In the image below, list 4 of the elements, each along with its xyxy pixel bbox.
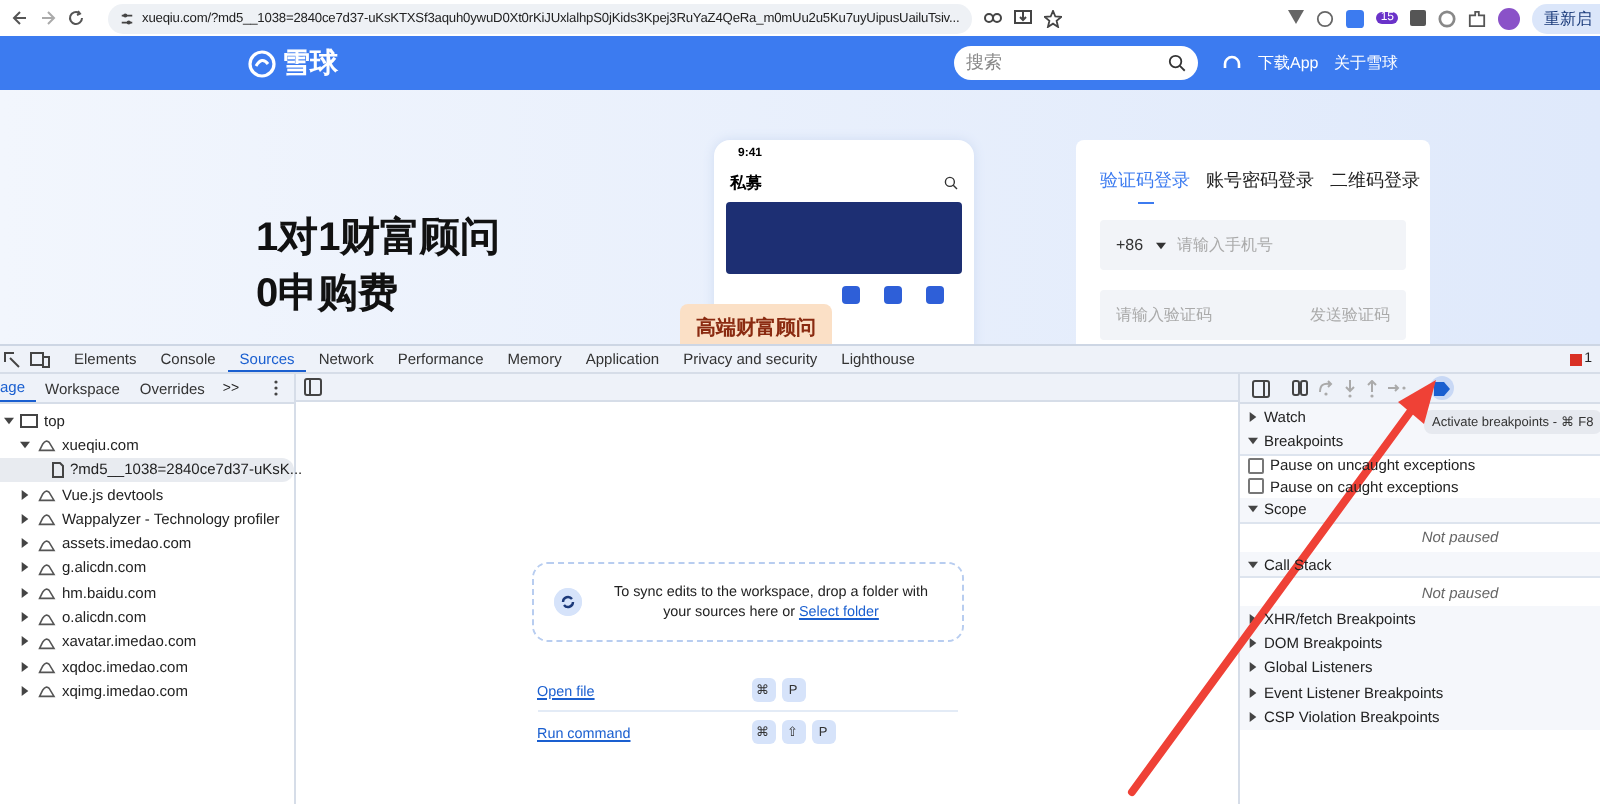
phone-title: 私募 bbox=[730, 172, 762, 194]
hero-title: 1对1财富顾问 bbox=[256, 214, 501, 262]
hero-subtitle: 0申购费 bbox=[256, 270, 401, 318]
promo-badge: 高端财富顾问 bbox=[680, 304, 832, 344]
